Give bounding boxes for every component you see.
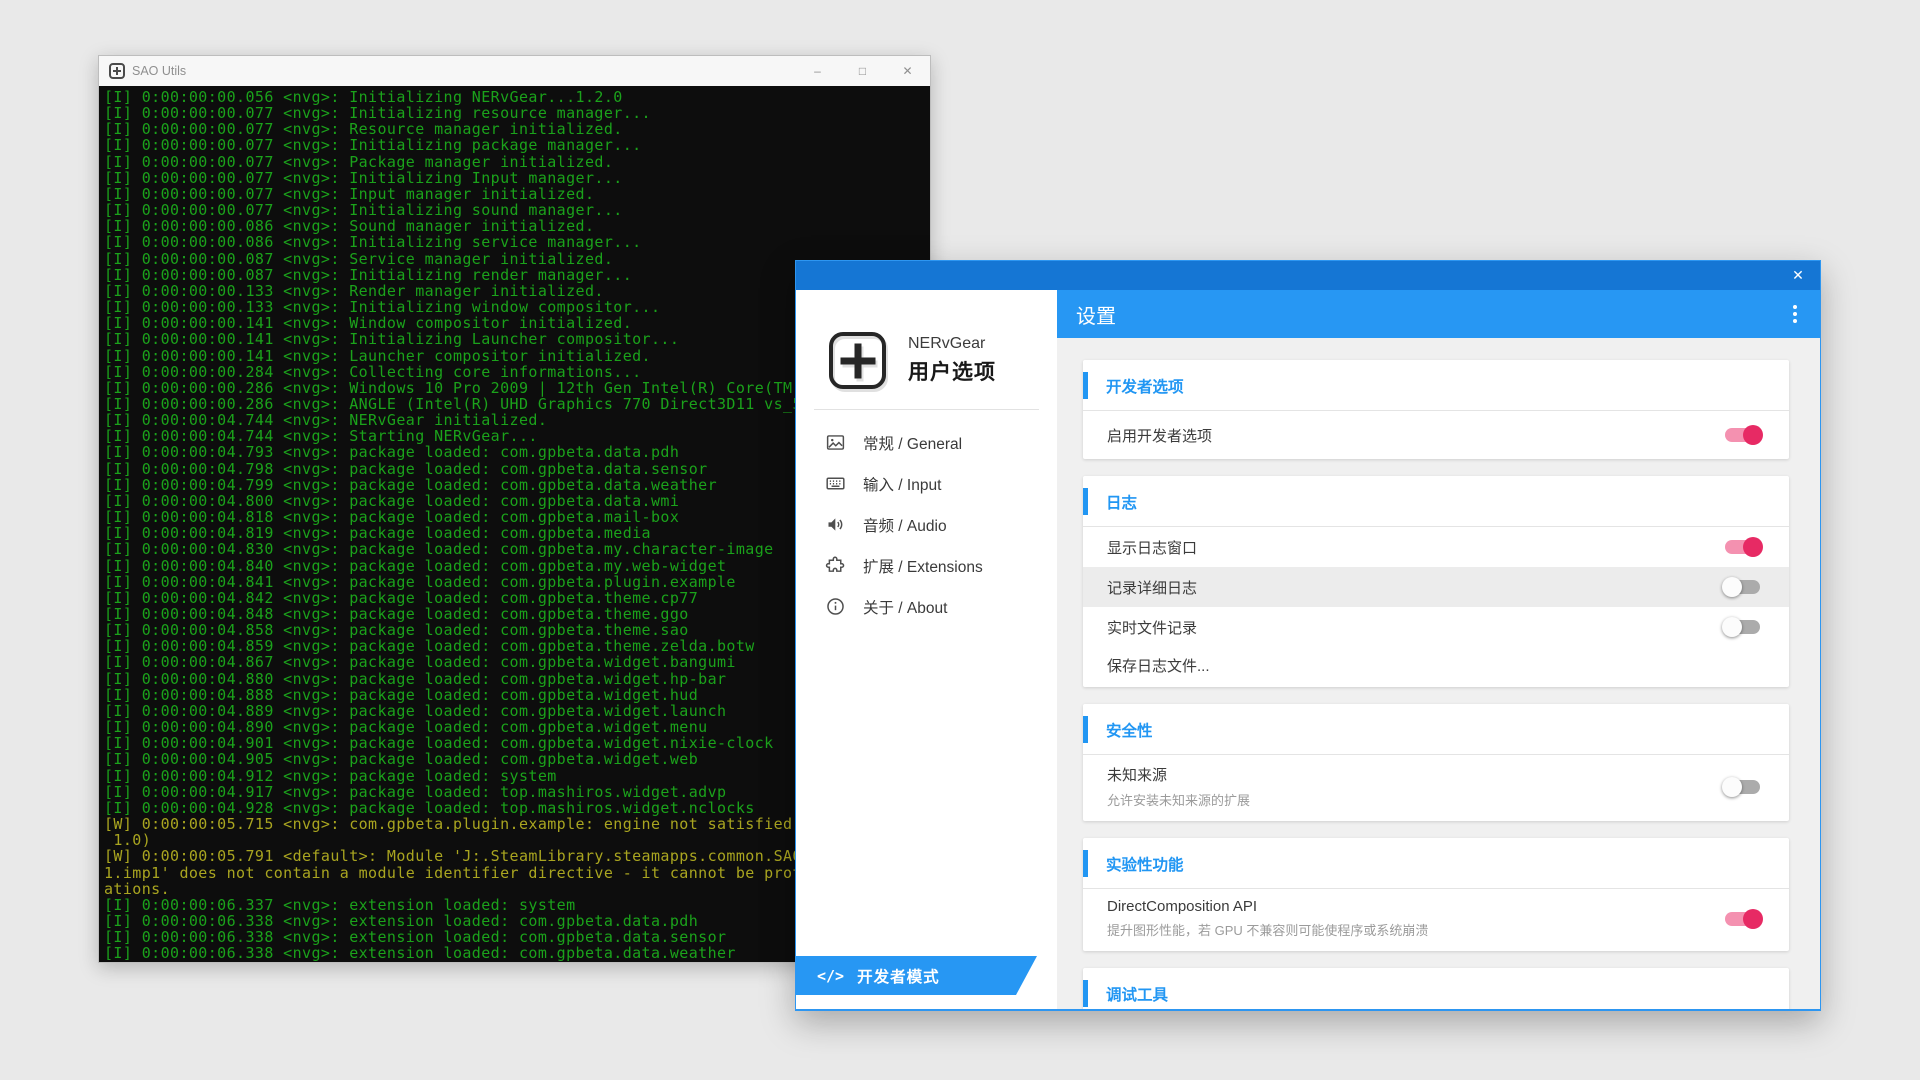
console-titlebar[interactable]: SAO Utils – □ ✕ (99, 56, 930, 86)
sidebar-item-label: 关于 / About (863, 596, 947, 618)
accent-bar (1083, 372, 1088, 399)
section-title: 开发者选项 (1106, 375, 1184, 397)
accent-bar (1083, 716, 1088, 743)
setting-row-live-file-log: 实时文件记录 (1083, 607, 1789, 647)
section-title: 安全性 (1106, 719, 1153, 741)
setting-label: 启用开发者选项 (1107, 425, 1212, 446)
setting-row-enable-dev: 启用开发者选项 (1083, 411, 1789, 459)
window-controls: – □ ✕ (795, 56, 930, 86)
keyboard-icon (825, 473, 846, 494)
speaker-icon (825, 514, 846, 535)
sidebar-item-label: 输入 / Input (863, 473, 941, 495)
section-title: 调试工具 (1106, 983, 1168, 1005)
settings-header: 设置 (1057, 290, 1820, 338)
settings-titlebar[interactable]: ✕ (796, 261, 1820, 290)
section-header: 开发者选项 (1083, 360, 1789, 411)
accent-bar (1083, 980, 1088, 1007)
log-line: [I] 0:00:00:00.077 <nvg>: Package manage… (104, 154, 930, 170)
settings-title: 设置 (1076, 300, 1116, 329)
toggle-directcomposition[interactable] (1725, 912, 1760, 926)
settings-content: 设置 开发者选项 启用开发者选项 (1057, 290, 1820, 1009)
toggle-show-log-window[interactable] (1725, 540, 1760, 554)
section-header: 实验性功能 (1083, 838, 1789, 889)
log-line: [I] 0:00:00:00.077 <nvg>: Initializing p… (104, 137, 930, 153)
setting-label: 实时文件记录 (1107, 617, 1197, 638)
developer-mode-ribbon[interactable]: </> 开发者模式 (796, 956, 1037, 995)
log-line: [I] 0:00:00:00.077 <nvg>: Input manager … (104, 186, 930, 202)
toggle-verbose-log[interactable] (1725, 580, 1760, 594)
settings-window: ✕ NERvGear 用户选项 (795, 260, 1821, 1011)
nervgear-plus-icon (109, 63, 125, 79)
log-line: [I] 0:00:00:00.056 <nvg>: Initializing N… (104, 89, 930, 105)
card-logging: 日志 显示日志窗口 记录详细日志 实时文 (1083, 476, 1789, 687)
sidebar-divider (814, 409, 1039, 410)
settings-body: NERvGear 用户选项 常规 / General (796, 290, 1820, 1009)
sidebar-item-extensions[interactable]: 扩展 / Extensions (796, 545, 1057, 586)
console-window-title: SAO Utils (132, 64, 795, 78)
card-experimental: 实验性功能 DirectComposition API 提升图形性能，若 GPU… (1083, 838, 1789, 951)
section-header: 日志 (1083, 476, 1789, 527)
developer-mode-label: 开发者模式 (857, 965, 940, 987)
setting-row-verbose-log: 记录详细日志 (1083, 567, 1789, 607)
toggle-live-file-log[interactable] (1725, 620, 1760, 634)
sidebar-item-general[interactable]: 常规 / General (796, 422, 1057, 463)
toggle-enable-dev-options[interactable] (1725, 428, 1760, 442)
kebab-menu-icon[interactable] (1787, 301, 1803, 327)
sidebar-item-label: 扩展 / Extensions (863, 555, 983, 577)
setting-label: DirectComposition API (1107, 898, 1428, 915)
setting-label: 显示日志窗口 (1107, 537, 1197, 558)
setting-row-show-log-window: 显示日志窗口 (1083, 527, 1789, 567)
log-line: [I] 0:00:00:00.086 <nvg>: Initializing s… (104, 234, 930, 250)
setting-label: 未知来源 (1107, 764, 1250, 785)
toggle-unknown-sources[interactable] (1725, 780, 1760, 794)
setting-label: 保存日志文件... (1107, 655, 1210, 676)
image-icon (825, 432, 846, 453)
card-debug-tools: 调试工具 (1083, 968, 1789, 1009)
setting-row-unknown-sources: 未知来源 允许安装未知来源的扩展 (1083, 755, 1789, 821)
log-line: [I] 0:00:00:00.086 <nvg>: Sound manager … (104, 218, 930, 234)
page-title: 用户选项 (908, 356, 996, 386)
setting-row-directcomposition: DirectComposition API 提升图形性能，若 GPU 不兼容则可… (1083, 889, 1789, 951)
sidebar-item-about[interactable]: 关于 / About (796, 586, 1057, 627)
sidebar-item-input[interactable]: 输入 / Input (796, 463, 1057, 504)
setting-label: 记录详细日志 (1107, 577, 1197, 598)
card-security: 安全性 未知来源 允许安装未知来源的扩展 (1083, 704, 1789, 821)
card-developer-options: 开发者选项 启用开发者选项 (1083, 360, 1789, 459)
puzzle-icon (825, 555, 846, 576)
section-header: 调试工具 (1083, 968, 1789, 1009)
app-logo-block: NERvGear 用户选项 (796, 290, 1057, 389)
sidebar-item-audio[interactable]: 音频 / Audio (796, 504, 1057, 545)
setting-description: 允许安装未知来源的扩展 (1107, 790, 1250, 809)
sidebar: NERvGear 用户选项 常规 / General (796, 290, 1057, 1009)
accent-bar (1083, 850, 1088, 877)
close-button[interactable]: ✕ (885, 56, 930, 86)
setting-row-save-log-file[interactable]: 保存日志文件... (1083, 647, 1789, 687)
section-title: 日志 (1106, 491, 1137, 513)
log-line: [I] 0:00:00:00.077 <nvg>: Initializing s… (104, 202, 930, 218)
section-header: 安全性 (1083, 704, 1789, 755)
app-name: NERvGear (908, 335, 996, 353)
log-line: [I] 0:00:00:00.077 <nvg>: Initializing r… (104, 105, 930, 121)
minimize-button[interactable]: – (795, 56, 840, 86)
log-line: [I] 0:00:00:00.077 <nvg>: Resource manag… (104, 121, 930, 137)
sidebar-item-label: 音频 / Audio (863, 514, 947, 536)
accent-bar (1083, 488, 1088, 515)
desktop: SAO Utils – □ ✕ [I] 0:00:00:00.056 <nvg>… (0, 0, 1920, 1080)
maximize-button[interactable]: □ (840, 56, 885, 86)
close-icon[interactable]: ✕ (1782, 261, 1814, 290)
log-line: [I] 0:00:00:00.077 <nvg>: Initializing I… (104, 170, 930, 186)
settings-scroll-area[interactable]: 开发者选项 启用开发者选项 日志 (1057, 338, 1820, 1009)
code-icon: </> (817, 967, 844, 985)
section-title: 实验性功能 (1106, 853, 1184, 875)
setting-description: 提升图形性能，若 GPU 不兼容则可能使程序或系统崩溃 (1107, 920, 1428, 939)
sidebar-item-label: 常规 / General (863, 432, 962, 454)
nervgear-plus-logo-icon (829, 332, 886, 389)
info-icon (825, 596, 846, 617)
